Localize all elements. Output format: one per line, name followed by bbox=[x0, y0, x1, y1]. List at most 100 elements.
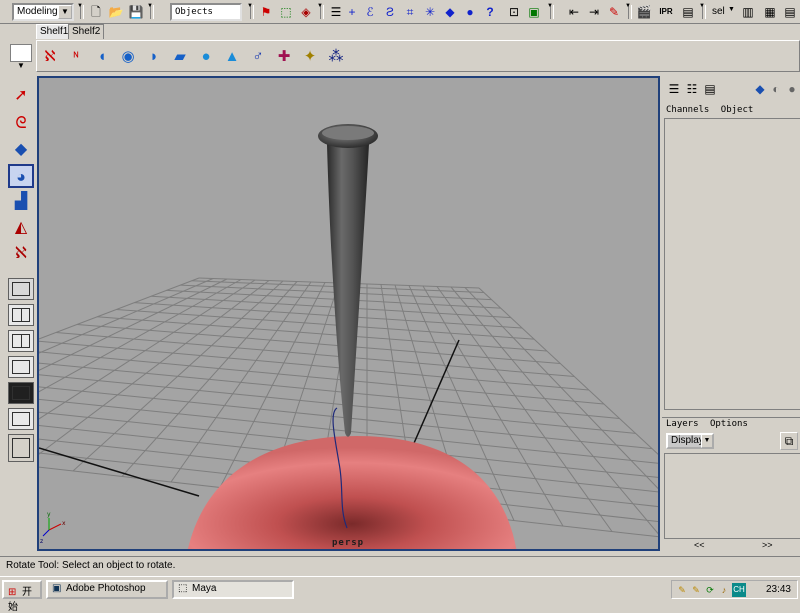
shading-icon[interactable]: ◐ bbox=[768, 81, 784, 97]
tray-app-icon[interactable]: ⟳ bbox=[704, 583, 716, 597]
lock-icon[interactable]: ⊡ bbox=[506, 4, 522, 20]
chevron-down-icon[interactable]: ▼ bbox=[701, 434, 713, 448]
render-icon[interactable]: 🎬 bbox=[636, 4, 652, 20]
misc-icon[interactable]: ● bbox=[462, 4, 478, 20]
joint-tool-icon[interactable]: ♂ bbox=[247, 46, 269, 68]
help-line: Rotate Tool: Select an object to rotate. bbox=[0, 556, 800, 574]
hypergraph-layout-icon[interactable] bbox=[8, 382, 34, 404]
handle-icon[interactable]: ☰ bbox=[328, 4, 344, 20]
light-icon[interactable]: ✦ bbox=[299, 46, 321, 68]
toolbar-separator[interactable] bbox=[699, 3, 706, 21]
attribute-editor-icon[interactable]: ▥ bbox=[740, 4, 756, 20]
input-connections-icon[interactable]: ⇤ bbox=[566, 4, 582, 20]
tab-shelf1[interactable]: Shelf1 bbox=[36, 24, 73, 39]
toolbar-separator[interactable] bbox=[247, 3, 254, 21]
sphere-icon[interactable]: ● bbox=[784, 81, 800, 97]
attribute-icon[interactable]: ▤ bbox=[702, 81, 718, 97]
chevron-down-icon[interactable]: ▼ bbox=[58, 5, 72, 19]
rendering-icon[interactable]: ◆ bbox=[442, 4, 458, 20]
volume-icon[interactable]: ♪ bbox=[718, 583, 730, 597]
menu-set-selector[interactable]: Modeling ▼ bbox=[12, 3, 74, 21]
taskbar-item-photoshop[interactable]: ▣ Adobe Photoshop bbox=[46, 580, 168, 599]
lasso-tool-icon[interactable]: ᘓ bbox=[8, 112, 34, 136]
options-menu[interactable]: Options bbox=[710, 419, 748, 429]
manipulator-tool-icon[interactable]: ◭ bbox=[8, 216, 34, 240]
help-icon[interactable]: ? bbox=[482, 4, 498, 20]
save-scene-icon[interactable]: 💾 bbox=[128, 4, 144, 20]
selection-mode-field[interactable]: Objects bbox=[170, 3, 242, 21]
planar-icon[interactable]: ▰ bbox=[169, 46, 191, 68]
last-tool-icon[interactable]: ℵ bbox=[8, 242, 34, 266]
shelf-options-box[interactable] bbox=[10, 44, 32, 62]
channel-box-icon[interactable]: ▤ bbox=[782, 4, 798, 20]
channel-box-icon[interactable]: ☰ bbox=[666, 81, 682, 97]
new-layer-icon[interactable]: ⧉ bbox=[780, 432, 798, 450]
windows-logo-icon: ⊞ bbox=[8, 587, 17, 598]
layers-menu[interactable]: Layers bbox=[666, 419, 699, 429]
toolbar-separator[interactable] bbox=[547, 3, 554, 21]
scroll-left-button[interactable]: << bbox=[694, 540, 705, 550]
tray-app-icon[interactable]: ✎ bbox=[676, 583, 688, 597]
tray-app-icon[interactable]: ✎ bbox=[690, 583, 702, 597]
taskbar-item-maya[interactable]: ⬚ Maya bbox=[172, 580, 294, 599]
layers-list[interactable] bbox=[664, 453, 800, 539]
open-scene-icon[interactable]: 📂 bbox=[108, 4, 124, 20]
four-pane-layout-icon[interactable] bbox=[8, 304, 34, 326]
layer-editor-icon[interactable]: ☷ bbox=[684, 81, 700, 97]
extrude-icon[interactable]: ◗ bbox=[143, 46, 165, 68]
cone-icon[interactable]: ▲ bbox=[221, 46, 243, 68]
outliner-layout-icon[interactable] bbox=[8, 408, 34, 430]
sel-label[interactable]: sel bbox=[712, 6, 725, 17]
start-button[interactable]: ⊞ 开始 bbox=[2, 580, 42, 613]
select-hierarchy-icon[interactable]: ⚑ bbox=[258, 4, 274, 20]
channels-menu[interactable]: Channels bbox=[666, 105, 709, 115]
single-pane-layout-icon[interactable] bbox=[8, 278, 34, 300]
ipr-render-icon[interactable]: IPR bbox=[658, 4, 674, 20]
ep-curve-icon[interactable]: ᶰ bbox=[65, 46, 87, 68]
perspective-viewport[interactable]: x y z persp bbox=[37, 76, 660, 551]
curve-icon[interactable]: ℰ bbox=[362, 4, 378, 20]
select-object-icon[interactable]: ⬚ bbox=[278, 4, 294, 20]
toolbar-separator[interactable] bbox=[317, 3, 324, 21]
persp-graph-layout-icon[interactable] bbox=[8, 356, 34, 378]
chevron-down-icon[interactable]: ▼ bbox=[10, 62, 32, 70]
display-layer-selector[interactable]: Display ▼ bbox=[666, 433, 714, 449]
render-layer-icon[interactable]: ◆ bbox=[752, 81, 768, 97]
cv-curve-icon[interactable]: ℵ bbox=[39, 46, 61, 68]
particles-icon[interactable]: ⁂ bbox=[325, 46, 347, 68]
rotate-tool-icon[interactable]: ◕ bbox=[8, 164, 34, 188]
loft-icon[interactable]: ◉ bbox=[117, 46, 139, 68]
channel-box-area[interactable] bbox=[664, 118, 800, 410]
sphere-mesh[interactable] bbox=[187, 436, 517, 549]
history-icon[interactable]: ✎ bbox=[606, 4, 622, 20]
two-pane-layout-icon[interactable] bbox=[8, 330, 34, 352]
deformation-icon[interactable]: ⌗ bbox=[402, 4, 418, 20]
ime-indicator[interactable]: CH bbox=[732, 583, 746, 597]
dynamics-icon[interactable]: ✳ bbox=[422, 4, 438, 20]
output-connections-icon[interactable]: ⇥ bbox=[586, 4, 602, 20]
snap-grid-icon[interactable]: ▣ bbox=[526, 4, 542, 20]
surface-icon[interactable]: Ƨ bbox=[382, 4, 398, 20]
scale-tool-icon[interactable]: ▟ bbox=[8, 190, 34, 214]
toolbar-separator[interactable] bbox=[77, 3, 84, 21]
shelf-options[interactable]: ▼ bbox=[10, 44, 34, 70]
select-tool-icon[interactable]: ➚ bbox=[8, 84, 34, 108]
revolve-icon[interactable]: ◖ bbox=[91, 46, 113, 68]
object-menu[interactable]: Object bbox=[721, 105, 754, 115]
select-component-icon[interactable]: ◈ bbox=[298, 4, 314, 20]
scroll-right-button[interactable]: >> bbox=[762, 540, 773, 550]
chevron-down-icon[interactable]: ▼ bbox=[728, 6, 735, 13]
move-tool-icon[interactable]: ◆ bbox=[8, 138, 34, 162]
toolbar-separator[interactable] bbox=[625, 3, 632, 21]
tool-settings-icon[interactable]: ▦ bbox=[762, 4, 778, 20]
sphere-icon[interactable]: ● bbox=[195, 46, 217, 68]
layout-menu-button[interactable] bbox=[8, 434, 34, 462]
new-scene-icon[interactable]: 🗋 bbox=[88, 4, 104, 20]
display-layer-value: Display bbox=[671, 435, 704, 446]
spike-mesh[interactable] bbox=[327, 144, 369, 437]
ik-handle-icon[interactable]: ✚ bbox=[273, 46, 295, 68]
tab-shelf2[interactable]: Shelf2 bbox=[68, 24, 105, 39]
joint-icon[interactable]: + bbox=[344, 4, 360, 20]
toolbar-separator[interactable] bbox=[147, 3, 154, 21]
render-globals-icon[interactable]: ▤ bbox=[680, 4, 696, 20]
